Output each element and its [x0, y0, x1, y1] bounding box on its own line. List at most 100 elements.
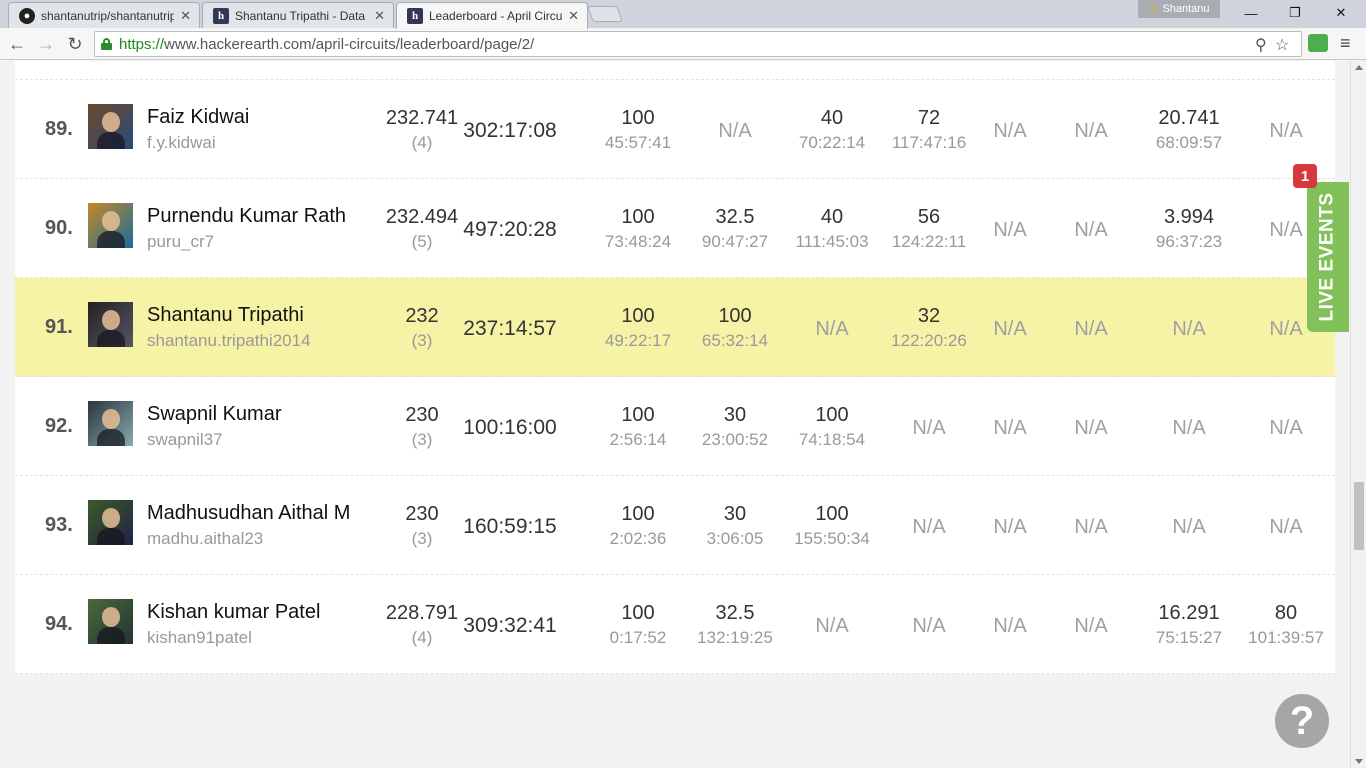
- problem-score-6: N/A: [1036, 403, 1146, 453]
- leaderboard-row: 93. Madhusudhan Aithal M madhu.aithal23 2…: [15, 476, 1335, 575]
- problem-score-6: N/A: [1036, 601, 1146, 651]
- close-window-button[interactable]: ✕: [1318, 0, 1364, 26]
- problem-points: N/A: [1074, 318, 1108, 340]
- problem-score-8: N/A: [1231, 502, 1341, 552]
- bookmark-star-icon[interactable]: ☆: [1275, 35, 1289, 55]
- minimize-button[interactable]: —: [1228, 0, 1274, 26]
- forward-button[interactable]: →: [34, 32, 58, 56]
- problem-score-7: 3.994 96:37:23: [1134, 205, 1244, 253]
- time-value: 160:59:15: [463, 515, 557, 538]
- time-value: 302:17:08: [463, 119, 557, 142]
- close-tab-icon[interactable]: ✕: [568, 8, 579, 24]
- user-handle: swapnil37: [147, 430, 223, 449]
- user-name-link[interactable]: Purnendu Kumar Rath: [147, 205, 346, 228]
- user-name-link[interactable]: Madhusudhan Aithal M: [147, 502, 350, 525]
- leaderboard-row: 91. Shantanu Tripathi shantanu.tripathi20…: [15, 278, 1335, 377]
- problem-score-2: 32.5 90:47:27: [680, 205, 790, 253]
- user-name-link[interactable]: Kishan kumar Patel: [147, 601, 320, 624]
- problem-time: 96:37:23: [1155, 232, 1223, 251]
- problem-points: 100: [815, 404, 849, 426]
- problem-score-8: N/A: [1231, 403, 1341, 453]
- new-tab-button[interactable]: [587, 6, 623, 22]
- live-events-button[interactable]: LIVE EVENTS: [1307, 182, 1349, 332]
- close-tab-icon[interactable]: ✕: [180, 8, 191, 24]
- extension-icon[interactable]: [1308, 34, 1328, 52]
- user-handle: f.y.kidwai: [147, 133, 216, 152]
- total-time: 100:16:00: [455, 403, 565, 453]
- problem-score-2: 30 23:00:52: [680, 403, 790, 451]
- scrollbar-thumb[interactable]: [1354, 482, 1364, 550]
- user-name-link[interactable]: Shantanu Tripathi: [147, 304, 304, 327]
- problem-score-2: 32.5 132:19:25: [680, 601, 790, 649]
- problem-points: 30: [723, 503, 747, 525]
- page-viewport: 88. Shubham Saxenashubham.3965 236.488 (…: [0, 61, 1350, 768]
- user-avatar[interactable]: [88, 203, 133, 248]
- problem-points: N/A: [1172, 516, 1206, 538]
- problem-time: 101:39:57: [1248, 628, 1324, 647]
- back-button[interactable]: ←: [5, 32, 29, 56]
- problem-points: N/A: [1269, 516, 1303, 538]
- browser-tab-leaderboard[interactable]: h Leaderboard - April Circui ✕: [396, 2, 588, 29]
- leaderboard-row: 90. Purnendu Kumar Rath puru_cr7 232.494 …: [15, 179, 1335, 278]
- browser-tab-github[interactable]: ● shantanutrip/shantanutrip ✕: [8, 2, 200, 28]
- problem-score-7: N/A: [1134, 304, 1244, 354]
- user-avatar[interactable]: [88, 599, 133, 644]
- zoom-icon[interactable]: ⚲: [1255, 35, 1267, 55]
- browser-tab-data[interactable]: h Shantanu Tripathi - Data | ✕: [202, 2, 394, 28]
- total-time: 160:59:15: [455, 502, 565, 552]
- reload-button[interactable]: ↻: [63, 32, 87, 56]
- problem-points: N/A: [1074, 219, 1108, 241]
- problem-points: 40: [820, 107, 844, 129]
- address-bar[interactable]: https://www.hackerearth.com/april-circui…: [94, 31, 1302, 57]
- problem-time: 75:15:27: [1155, 628, 1223, 647]
- user-handle: madhu.aithal23: [147, 529, 264, 548]
- problem-score-1: 100 49:22:17: [583, 304, 693, 352]
- scroll-up-icon[interactable]: [1355, 65, 1363, 70]
- problem-time: 0:17:52: [609, 628, 667, 647]
- problem-score-6: N/A: [1036, 502, 1146, 552]
- scroll-down-icon[interactable]: [1355, 759, 1363, 764]
- problem-score-7: N/A: [1134, 502, 1244, 552]
- user-name-link[interactable]: Faiz Kidwai: [147, 106, 249, 129]
- restore-button[interactable]: ❐: [1272, 0, 1318, 26]
- problem-points: N/A: [1269, 120, 1303, 142]
- chrome-menu-icon[interactable]: ≡: [1340, 33, 1351, 54]
- leaderboard-row: 92. Swapnil Kumar swapnil37 230 (3) 100:1…: [15, 377, 1335, 476]
- problem-score-6: N/A: [1036, 304, 1146, 354]
- url-text[interactable]: https://www.hackerearth.com/april-circui…: [119, 36, 534, 53]
- leaderboard-row: 94. Kishan kumar Patel kishan91patel 228.…: [15, 575, 1335, 674]
- problem-score-7: N/A: [1134, 403, 1244, 453]
- problem-time: 2:02:36: [609, 529, 667, 548]
- problem-points: 16.291: [1158, 602, 1220, 624]
- help-button[interactable]: ?: [1275, 694, 1329, 748]
- problem-time: 45:57:41: [604, 133, 672, 152]
- problem-score-1: 100 0:17:52: [583, 601, 693, 649]
- tab-title: shantanutrip/shantanutrip: [41, 8, 175, 23]
- browser-toolbar: ← → ↻ https://www.hackerearth.com/april-…: [0, 28, 1366, 60]
- profile-button[interactable]: ⚠ Shantanu: [1138, 0, 1220, 18]
- user-avatar[interactable]: [88, 500, 133, 545]
- problem-points: 100: [621, 206, 655, 228]
- user-avatar[interactable]: [88, 302, 133, 347]
- problem-score-2: 30 3:06:05: [680, 502, 790, 550]
- problem-score-1: 100 2:02:36: [583, 502, 693, 550]
- user-avatar[interactable]: [88, 401, 133, 446]
- live-events-label: LIVE EVENTS: [1317, 192, 1338, 322]
- user-handle: kishan91patel: [147, 628, 252, 647]
- problem-score-3: 40 70:22:14: [777, 106, 887, 154]
- tab-strip: ● shantanutrip/shantanutrip ✕ h Shantanu…: [0, 0, 1366, 29]
- close-tab-icon[interactable]: ✕: [374, 8, 385, 24]
- problem-time: 70:22:14: [798, 133, 866, 152]
- problem-points: 100: [718, 305, 752, 327]
- problem-score-6: N/A: [1036, 106, 1146, 156]
- total-time: 237:14:57: [455, 304, 565, 354]
- warning-icon: ⚠: [1148, 3, 1159, 16]
- problem-time: 74:18:54: [798, 430, 866, 449]
- user-name-link[interactable]: Swapnil Kumar: [147, 403, 282, 426]
- problem-time: 65:32:14: [701, 331, 769, 350]
- problem-points: 100: [621, 305, 655, 327]
- problem-points: 30: [723, 404, 747, 426]
- user-avatar[interactable]: [88, 104, 133, 149]
- hackerearth-icon: h: [213, 7, 229, 24]
- page-scrollbar[interactable]: [1350, 61, 1366, 768]
